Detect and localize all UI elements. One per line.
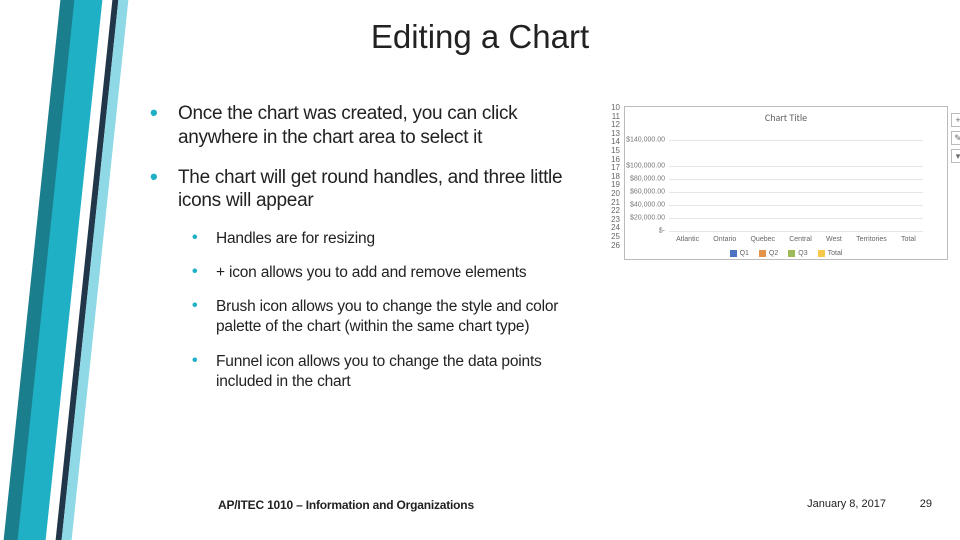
chart-plot-area [669, 127, 923, 231]
sub-bullet-list: • Handles are for resizing • + icon allo… [192, 229, 590, 392]
chart-area: Chart Title + ✎ ▾ $-$20,000.00$40,000.00… [624, 106, 948, 260]
sub-bullet-4: • Funnel icon allows you to change the d… [192, 352, 590, 392]
bullet-dot-icon: • [150, 166, 178, 188]
content-area: • Once the chart was created, you can cl… [150, 102, 590, 406]
footer-page-number: 29 [920, 498, 932, 510]
sub-bullet-4-text: Funnel icon allows you to change the dat… [216, 352, 590, 392]
sub-bullet-2: • + icon allows you to add and remove el… [192, 263, 590, 283]
chart-legend: Q1Q2Q3Total [625, 250, 947, 257]
footer-date: January 8, 2017 [807, 498, 886, 510]
chart-title: Chart Title [625, 111, 947, 124]
plus-icon: + [951, 113, 960, 127]
sub-bullet-1: • Handles are for resizing [192, 229, 590, 249]
bullet-2-text: The chart will get round handles, and th… [178, 166, 590, 214]
bullet-dot-icon: • [150, 102, 178, 124]
bullet-1: • Once the chart was created, you can cl… [150, 102, 590, 150]
sub-bullet-3-text: Brush icon allows you to change the styl… [216, 297, 590, 337]
bullet-1-text: Once the chart was created, you can clic… [178, 102, 590, 150]
chart-side-icons: + ✎ ▾ [951, 113, 960, 163]
bullet-2: • The chart will get round handles, and … [150, 166, 590, 214]
footer-course: AP/ITEC 1010 – Information and Organizat… [218, 498, 474, 512]
bullet-dot-icon: • [192, 229, 216, 247]
spreadsheet-row-numbers: 1011121314151617181920212223242526 [604, 104, 620, 250]
bullet-dot-icon: • [192, 297, 216, 315]
bullet-dot-icon: • [192, 263, 216, 281]
funnel-icon: ▾ [951, 149, 960, 163]
sub-bullet-1-text: Handles are for resizing [216, 229, 375, 249]
sub-bullet-3: • Brush icon allows you to change the st… [192, 297, 590, 337]
chart-y-axis: $-$20,000.00$40,000.00$60,000.00$80,000.… [625, 127, 667, 231]
footer: AP/ITEC 1010 – Information and Organizat… [0, 498, 960, 518]
sub-bullet-2-text: + icon allows you to add and remove elem… [216, 263, 526, 283]
chart-thumbnail: 1011121314151617181920212223242526 Chart… [604, 104, 952, 262]
slide-title: Editing a Chart [0, 18, 960, 56]
chart-x-labels: AtlanticOntarioQuebecCentralWestTerritor… [669, 236, 923, 243]
brush-icon: ✎ [951, 131, 960, 145]
bullet-dot-icon: • [192, 352, 216, 370]
